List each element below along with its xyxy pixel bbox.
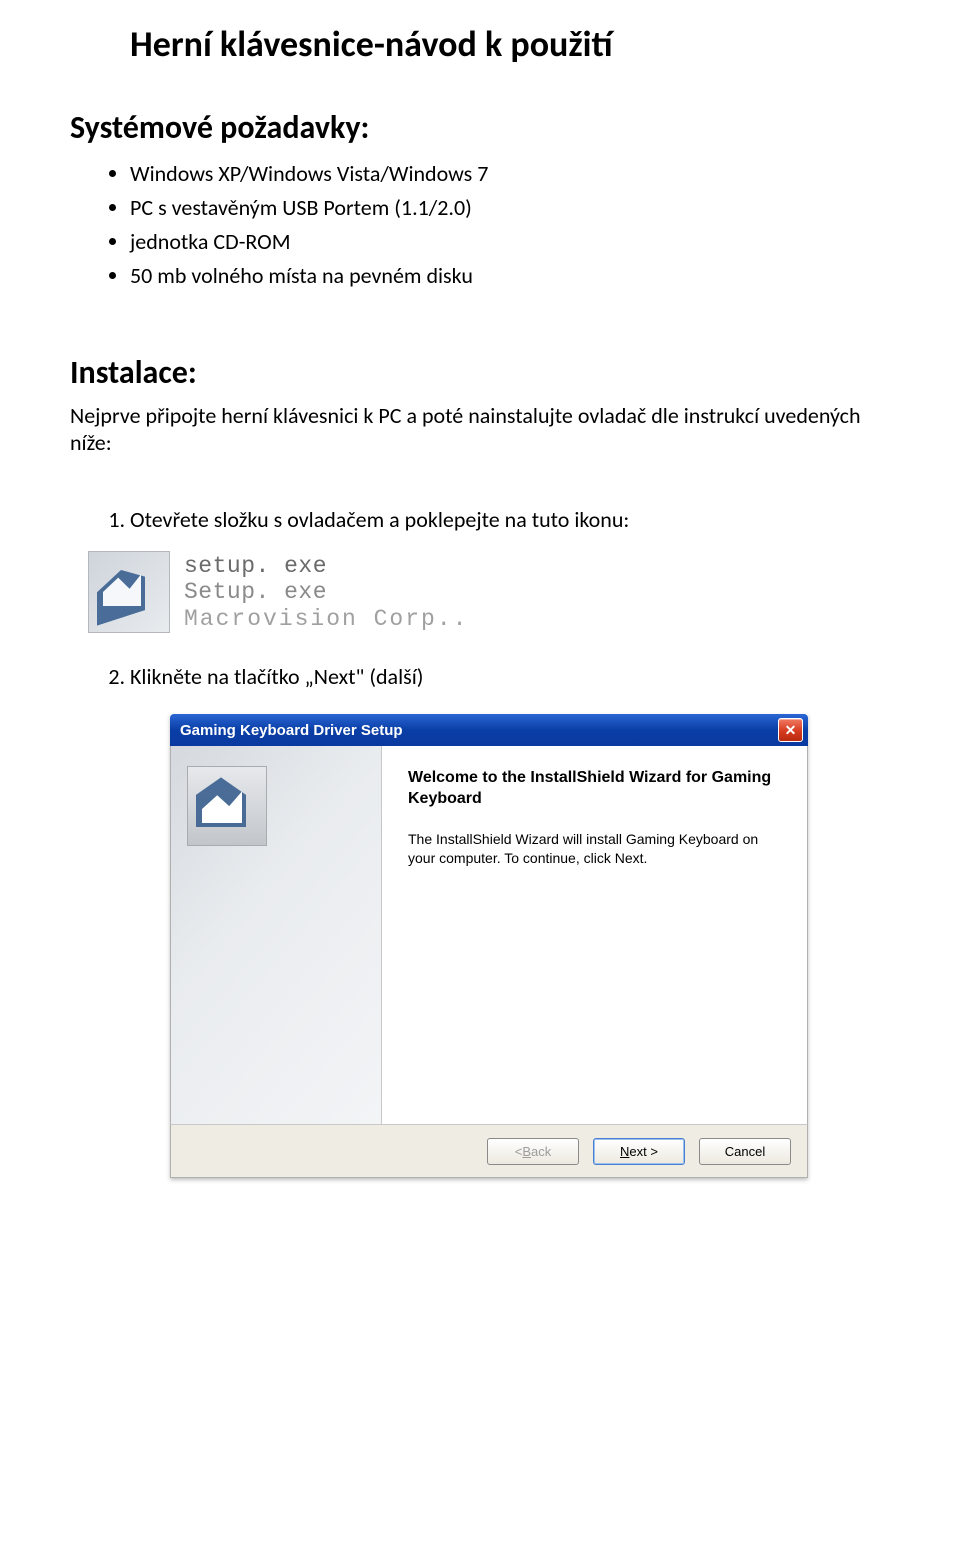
setup-exe-row: setup. exe Setup. exe Macrovision Corp..	[88, 551, 880, 633]
install-wizard-dialog: Gaming Keyboard Driver Setup ✕ Welcome t…	[170, 714, 808, 1178]
setup-company: Macrovision Corp..	[184, 606, 468, 632]
wizard-description: The InstallShield Wizard will install Ga…	[408, 830, 781, 868]
requirements-heading: Systémové požadavky:	[70, 108, 880, 147]
wizard-title: Gaming Keyboard Driver Setup	[180, 722, 403, 739]
document-page: Herní klávesnice-návod k použití Systémo…	[0, 0, 960, 1544]
setup-description: Setup. exe	[184, 579, 468, 605]
back-button-prefix: <	[515, 1144, 523, 1159]
wizard-side-panel	[171, 746, 382, 1124]
installshield-logo-icon	[187, 766, 267, 846]
requirements-list: Windows XP/Windows Vista/Windows 7 PC s …	[70, 157, 880, 293]
step-item-1: Otevřete složku s ovladačem a poklepejte…	[130, 506, 880, 533]
page-title: Herní klávesnice-návod k použití	[70, 22, 880, 66]
setup-filename: setup. exe	[184, 553, 468, 579]
next-button[interactable]: Next >	[593, 1138, 685, 1165]
cancel-button[interactable]: Cancel	[699, 1138, 791, 1165]
list-item: 50 mb volného místa na pevném disku	[130, 259, 880, 293]
installer-icon[interactable]	[88, 551, 170, 633]
back-button: < Back	[487, 1138, 579, 1165]
next-button-underline: N	[620, 1144, 629, 1159]
list-item: Windows XP/Windows Vista/Windows 7	[130, 157, 880, 191]
wizard-heading: Welcome to the InstallShield Wizard for …	[408, 768, 781, 810]
install-intro: Nejprve připojte herní klávesnici k PC a…	[70, 402, 880, 456]
wizard-titlebar[interactable]: Gaming Keyboard Driver Setup ✕	[170, 714, 808, 746]
list-item: jednotka CD-ROM	[130, 225, 880, 259]
next-button-rest: ext >	[629, 1144, 658, 1159]
setup-exe-text: setup. exe Setup. exe Macrovision Corp..	[184, 553, 468, 632]
step-item-2: Klikněte na tlačítko „Next" (další)	[130, 663, 880, 690]
wizard-body: Welcome to the InstallShield Wizard for …	[170, 746, 808, 1124]
close-icon[interactable]: ✕	[778, 718, 803, 742]
steps-list-cont: Klikněte na tlačítko „Next" (další)	[70, 663, 880, 690]
back-button-underline: B	[522, 1144, 531, 1159]
install-heading: Instalace:	[70, 353, 880, 392]
steps-list: Otevřete složku s ovladačem a poklepejte…	[70, 506, 880, 533]
wizard-main-panel: Welcome to the InstallShield Wizard for …	[382, 746, 807, 1124]
wizard-footer: < Back Next > Cancel	[170, 1124, 808, 1178]
back-button-rest: ack	[531, 1144, 551, 1159]
list-item: PC s vestavěným USB Portem (1.1/2.0)	[130, 191, 880, 225]
